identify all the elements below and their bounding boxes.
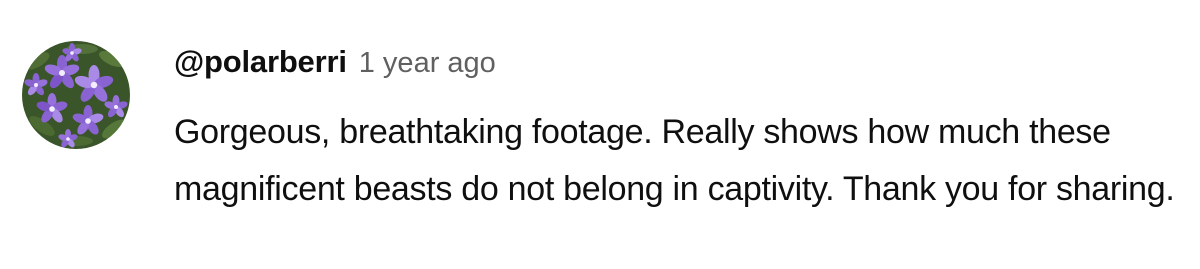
comment-text: Gorgeous, breathtaking footage. Really s… bbox=[174, 113, 1175, 208]
comment-timestamp[interactable]: 1 year ago bbox=[359, 47, 496, 80]
comment-author[interactable]: @polarberri bbox=[174, 44, 347, 80]
avatar-flowers-image bbox=[22, 41, 130, 149]
avatar[interactable] bbox=[22, 41, 130, 149]
comment-thread-item: @polarberri 1 year ago Gorgeous, breatht… bbox=[0, 0, 1200, 269]
comment-header: @polarberri 1 year ago bbox=[174, 44, 496, 90]
